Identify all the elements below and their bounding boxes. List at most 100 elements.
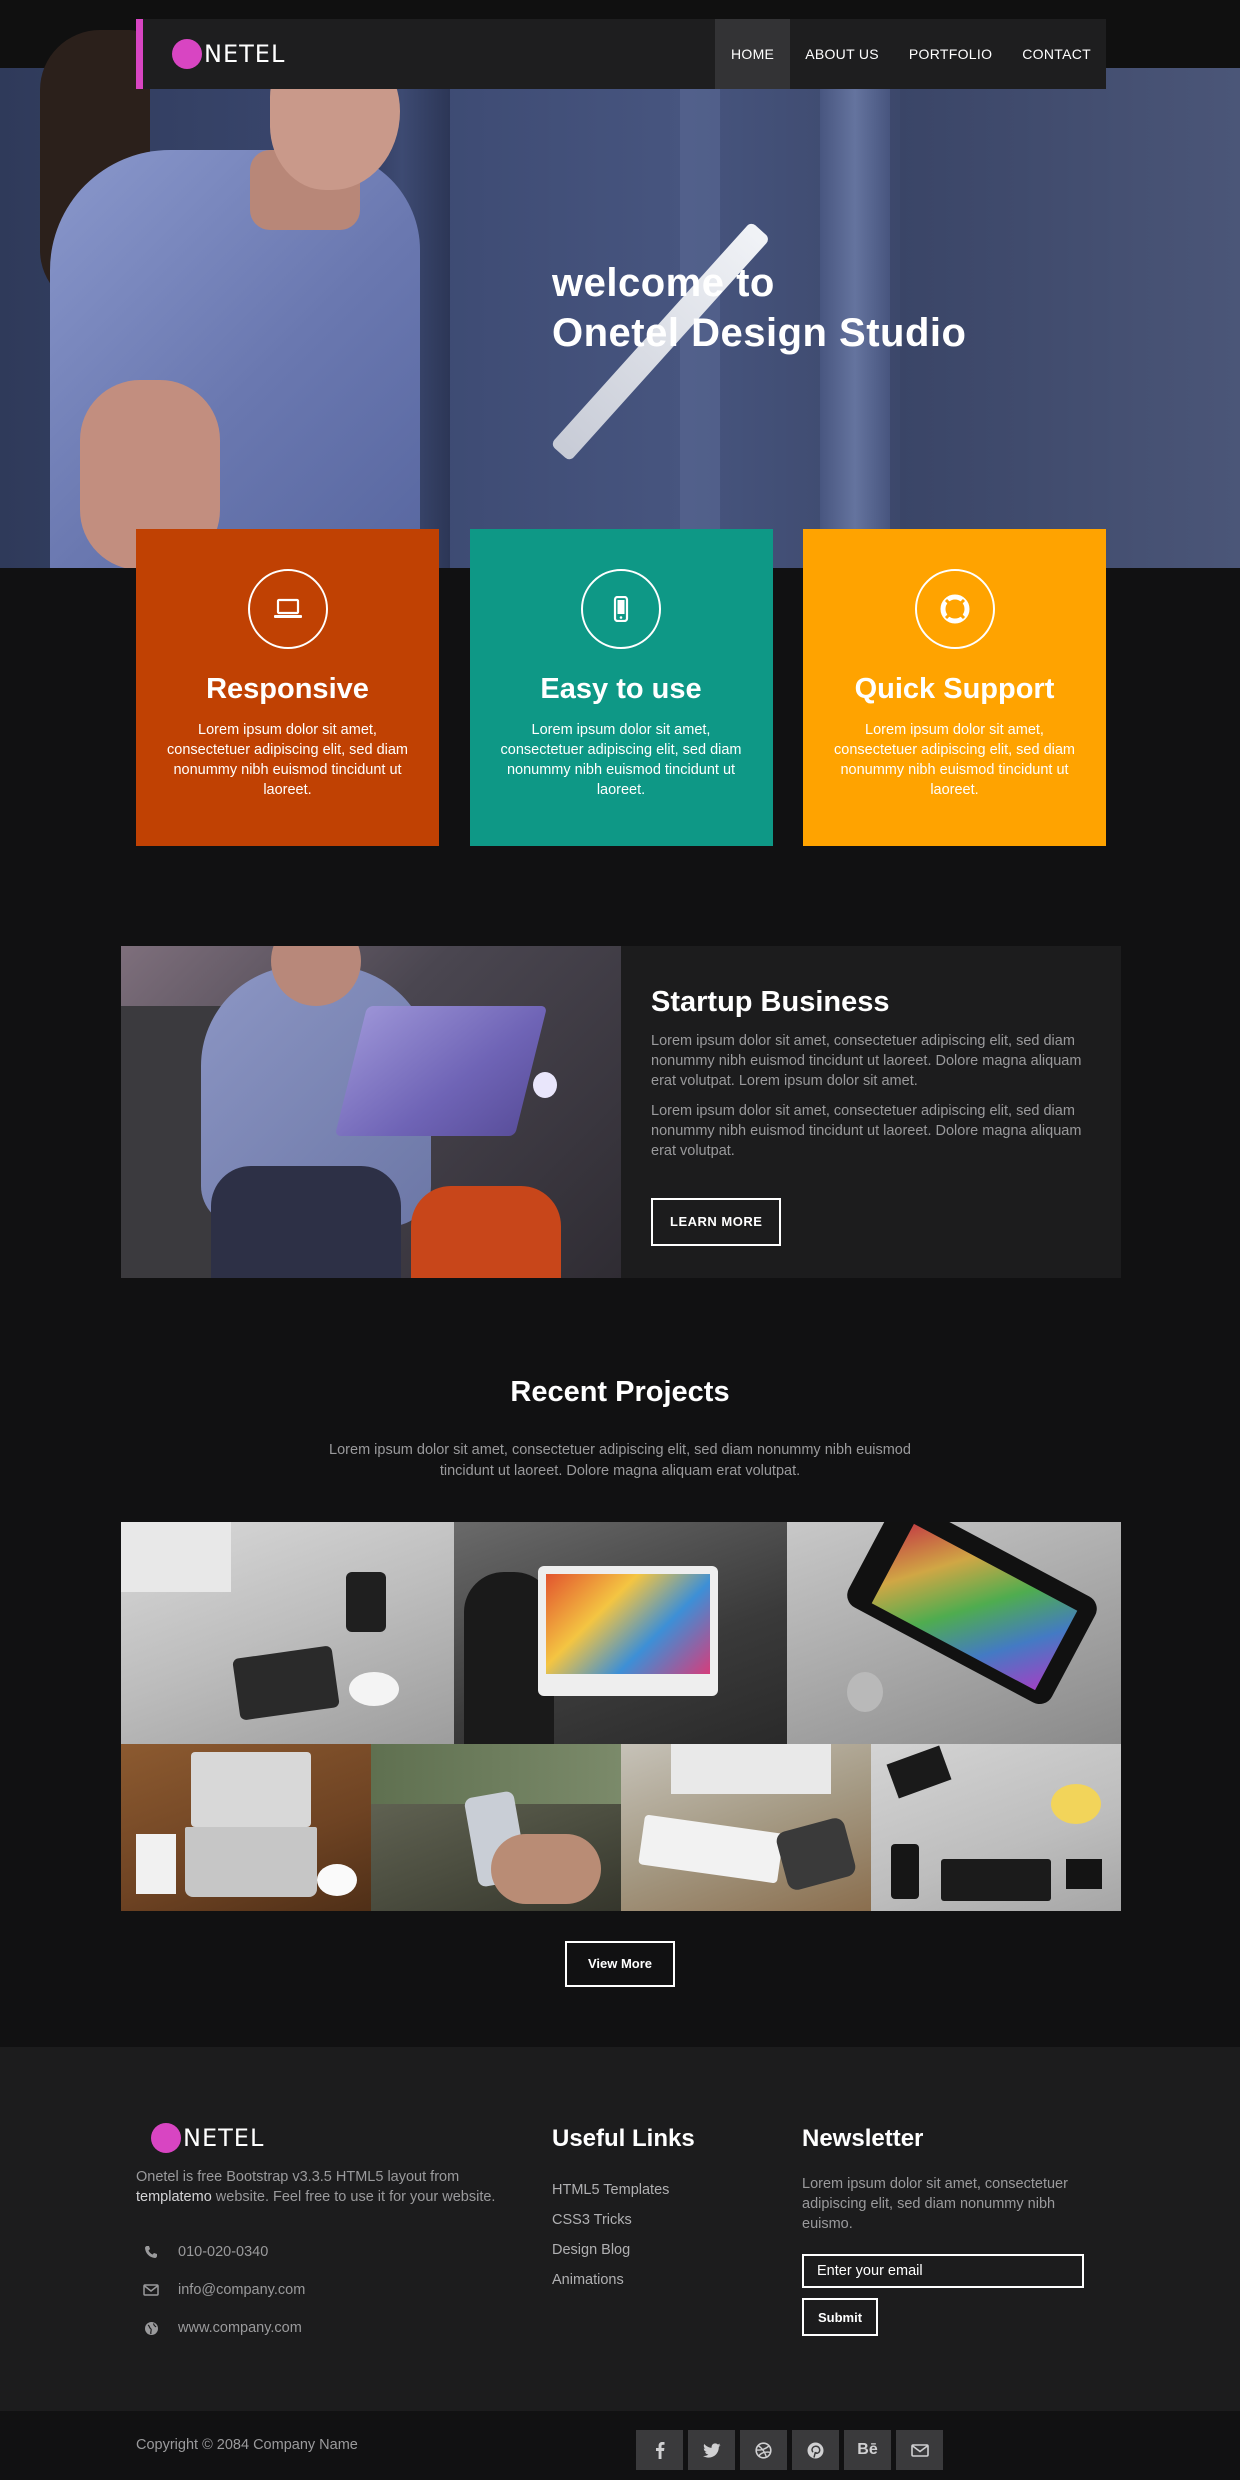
navbar: NETEL HOME ABOUT US PORTFOLIO CONTACT — [136, 19, 1106, 89]
learn-more-button[interactable]: LEARN MORE — [651, 1198, 782, 1246]
photo-imac-screen — [546, 1574, 710, 1674]
contact-website[interactable]: www.company.com — [136, 2320, 302, 2336]
hero-title: welcome to Onetel Design Studio — [552, 258, 966, 358]
photo-coffee-pot — [346, 1572, 386, 1632]
footer-logo[interactable]: NETEL — [151, 2123, 264, 2153]
globe-icon — [140, 2321, 162, 2336]
logo[interactable]: NETEL — [172, 39, 285, 69]
nav-item-contact[interactable]: CONTACT — [1007, 19, 1106, 89]
photo-macbook-keyboard — [185, 1827, 317, 1897]
startup-paragraph-1: Lorem ipsum dolor sit amet, consectetuer… — [651, 1033, 1082, 1089]
dribbble-icon[interactable] — [740, 2430, 787, 2470]
feature-title: Quick Support — [854, 673, 1055, 705]
photo-laptop — [334, 1006, 548, 1136]
photo-tablet — [232, 1645, 340, 1721]
useful-link-css3-tricks[interactable]: CSS3 Tricks — [552, 2205, 669, 2235]
photo-macbook-screen — [191, 1752, 311, 1827]
photo-notepad — [136, 1834, 176, 1894]
project-tile-imac[interactable] — [454, 1522, 787, 1744]
photo-fruit-plate — [1051, 1784, 1101, 1824]
recent-projects-description: Lorem ipsum dolor sit amet, consectetuer… — [329, 1442, 911, 1479]
useful-link-design-blog[interactable]: Design Blog — [552, 2235, 669, 2265]
startup-photo — [121, 946, 621, 1278]
bottom-bar: Copyright © 2084 Company Name Bē — [0, 2411, 1240, 2480]
nav-menu: HOME ABOUT US PORTFOLIO CONTACT — [715, 19, 1106, 89]
project-tile-workspace[interactable] — [871, 1744, 1121, 1911]
startup-text: Startup Business Lorem ipsum dolor sit a… — [651, 986, 1091, 1161]
nav-item-home[interactable]: HOME — [715, 19, 791, 89]
startup-title: Startup Business — [651, 986, 890, 1018]
nav-item-portfolio[interactable]: PORTFOLIO — [894, 19, 1007, 89]
project-gallery — [121, 1522, 1121, 1911]
contact-email-text: info@company.com — [178, 2282, 306, 2298]
navbar-accent — [136, 19, 143, 89]
photo-mousepad — [774, 1815, 858, 1893]
phone-icon — [140, 2245, 162, 2259]
footer-about: Onetel is free Bootstrap v3.3.5 HTML5 la… — [136, 2167, 516, 2207]
contact-phone: 010-020-0340 — [136, 2244, 268, 2260]
feature-text: Lorem ipsum dolor sit amet, consectetuer… — [834, 722, 1075, 798]
life-ring-icon — [914, 569, 995, 649]
logo-circle-icon — [151, 2123, 181, 2153]
social-links: Bē — [636, 2430, 948, 2470]
photo-keyboard — [941, 1859, 1051, 1901]
feature-text: Lorem ipsum dolor sit amet, consectetuer… — [167, 722, 408, 798]
feature-cards: Responsive Lorem ipsum dolor sit amet, c… — [136, 529, 1106, 846]
envelope-icon[interactable] — [896, 2430, 943, 2470]
startup-section: Startup Business Lorem ipsum dolor sit a… — [121, 946, 1121, 1278]
newsletter-email-input[interactable] — [802, 2254, 1084, 2288]
project-tile-macbook[interactable] — [121, 1744, 371, 1911]
view-more-button[interactable]: View More — [565, 1941, 675, 1987]
project-tile-iphone[interactable] — [787, 1522, 1121, 1744]
useful-links-title: Useful Links — [552, 2125, 695, 2152]
project-tile-desk-coffee[interactable] — [121, 1522, 454, 1744]
footer-about-suffix: website. Feel free to use it for your we… — [211, 2189, 496, 2205]
twitter-icon[interactable] — [688, 2430, 735, 2470]
photo-coffee-cup — [349, 1672, 399, 1706]
logo-text: NETEL — [204, 40, 286, 68]
photo-box — [1066, 1859, 1102, 1889]
nav-item-about-us[interactable]: ABOUT US — [790, 19, 894, 89]
hero-title-line1: welcome to — [552, 261, 775, 305]
feature-card-easy-to-use: Easy to use Lorem ipsum dolor sit amet, … — [469, 529, 773, 846]
feature-title: Responsive — [206, 673, 369, 705]
feature-card-quick-support: Quick Support Lorem ipsum dolor sit amet… — [803, 529, 1106, 846]
startup-paragraph-2: Lorem ipsum dolor sit amet, consectetuer… — [651, 1103, 1082, 1159]
footer: NETEL Onetel is free Bootstrap v3.3.5 HT… — [0, 2047, 1240, 2411]
feature-card-responsive: Responsive Lorem ipsum dolor sit amet, c… — [136, 529, 439, 846]
feature-title: Easy to use — [540, 673, 702, 705]
photo-keyboard — [638, 1814, 784, 1884]
logo-circle-icon — [172, 39, 202, 69]
pinterest-icon[interactable] — [792, 2430, 839, 2470]
photo-cup — [317, 1864, 357, 1896]
project-tile-keyboard-mouse[interactable] — [621, 1744, 871, 1911]
photo-hand — [491, 1834, 601, 1904]
apple-logo-icon — [533, 1072, 557, 1098]
footer-about-prefix: Onetel is free Bootstrap v3.3.5 HTML5 la… — [136, 2169, 460, 2185]
behance-icon[interactable]: Bē — [844, 2430, 891, 2470]
photo-card — [886, 1745, 952, 1799]
newsletter-title: Newsletter — [802, 2125, 924, 2152]
apple-logo-icon — [847, 1672, 883, 1712]
copyright: Copyright © 2084 Company Name — [136, 2437, 358, 2453]
contact-phone-text: 010-020-0340 — [178, 2244, 269, 2260]
facebook-icon[interactable] — [636, 2430, 683, 2470]
contact-website-text: www.company.com — [178, 2320, 302, 2336]
newsletter-submit-button[interactable]: Submit — [802, 2298, 878, 2336]
contact-email[interactable]: info@company.com — [136, 2282, 305, 2298]
newsletter-text: Lorem ipsum dolor sit amet, consectetuer… — [802, 2176, 1068, 2232]
photo-man-legs — [211, 1166, 401, 1278]
useful-link-html5-templates[interactable]: HTML5 Templates — [552, 2175, 669, 2205]
project-tile-smartphone-hand[interactable] — [371, 1744, 621, 1911]
laptop-icon — [247, 569, 328, 649]
photo-monitor — [671, 1744, 831, 1794]
envelope-icon — [140, 2284, 162, 2296]
mobile-icon — [581, 569, 661, 649]
hero-title-line2: Onetel Design Studio — [552, 311, 967, 355]
useful-link-animations[interactable]: Animations — [552, 2265, 669, 2295]
templatemo-link[interactable]: templatemo — [136, 2189, 212, 2205]
recent-projects-title: Recent Projects — [510, 1376, 730, 1408]
photo-phone — [891, 1844, 919, 1899]
logo-text: NETEL — [183, 2124, 265, 2152]
feature-text: Lorem ipsum dolor sit amet, consectetuer… — [500, 722, 742, 798]
